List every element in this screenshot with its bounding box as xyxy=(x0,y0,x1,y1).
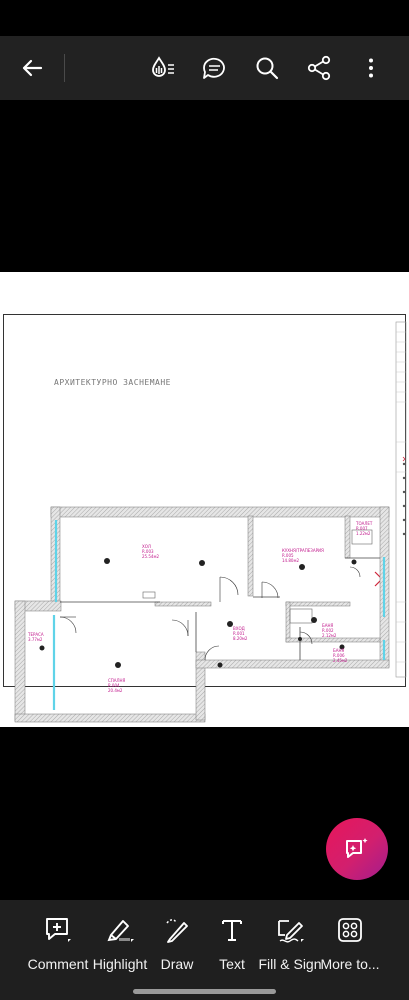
comments-list-icon xyxy=(203,57,225,79)
comments-list-button[interactable] xyxy=(196,50,232,86)
room-label-bath-2: БАНЯ R.006 2.45м2 xyxy=(333,648,347,663)
room-label-toilet: ТОАЛЕТ R.007 1.22м2 xyxy=(356,521,372,536)
more-tools-grid-icon xyxy=(338,918,362,942)
highlighter-icon xyxy=(107,920,134,942)
draw-tool-button[interactable]: Draw xyxy=(157,914,197,974)
document-viewer[interactable]: АРХИТЕКТУРНО ЗАСНЕМАНЕ ХОЛ R.003 25.54м2… xyxy=(0,100,409,900)
draw-label: Draw xyxy=(160,956,194,972)
comment-add-icon xyxy=(46,918,71,942)
room-area: 25.54м2 xyxy=(142,554,160,559)
more-tools-button[interactable]: More to... xyxy=(320,914,380,974)
room-area: 20.4м2 xyxy=(108,688,123,693)
room-area: 2.12м2 xyxy=(322,633,337,638)
room-area: 14.80м2 xyxy=(282,558,300,563)
floor-plan-drawing xyxy=(14,321,407,723)
liquid-mode-button[interactable] xyxy=(144,50,180,86)
room-area: 8.20м2 xyxy=(233,636,248,641)
highlight-tool-button[interactable]: Highlight xyxy=(92,914,148,974)
bottom-tools-bar: Comment Highlight Draw Text Fill & Sign … xyxy=(0,900,409,1000)
room-label-bath-1: БАНЯ R.002 2.12м2 xyxy=(322,623,336,638)
room-label-kitchen: КУХНЯ/ТРАПЕЗАРИЯ R.005 14.80м2 xyxy=(282,548,324,563)
fill-sign-tool-button[interactable]: Fill & Sign xyxy=(258,914,322,974)
highlight-label: Highlight xyxy=(92,956,148,972)
text-t-icon xyxy=(222,920,242,941)
share-icon xyxy=(307,55,331,81)
arrow-left-icon xyxy=(22,59,43,77)
status-bar xyxy=(0,0,409,36)
more-vertical-icon xyxy=(369,58,373,78)
pencil-draw-icon xyxy=(166,919,188,943)
ai-assistant-chat-icon xyxy=(346,838,368,858)
pdf-page[interactable]: АРХИТЕКТУРНО ЗАСНЕМАНЕ ХОЛ R.003 25.54м2… xyxy=(0,272,409,727)
comment-label: Comment xyxy=(27,956,89,972)
back-button[interactable] xyxy=(14,50,50,86)
room-label-bedroom: СПАЛНЯ R.004 20.4м2 xyxy=(108,678,125,693)
room-label-entrance: ВХОД R.001 8.20м2 xyxy=(233,626,247,641)
fill-sign-label: Fill & Sign xyxy=(258,956,322,972)
liquid-mode-icon xyxy=(152,56,174,77)
search-icon xyxy=(256,57,279,80)
room-area: 1.22м2 xyxy=(356,531,371,536)
toolbar-divider xyxy=(64,54,65,82)
text-label: Text xyxy=(219,956,245,972)
comment-tool-button[interactable]: Comment xyxy=(28,914,88,974)
plan-title: АРХИТЕКТУРНО ЗАСНЕМАНЕ xyxy=(54,378,171,387)
top-toolbar xyxy=(0,36,409,100)
share-button[interactable] xyxy=(301,50,337,86)
home-indicator[interactable] xyxy=(133,989,276,994)
search-button[interactable] xyxy=(249,50,285,86)
more-tools-label: More to... xyxy=(320,956,380,972)
more-options-button[interactable] xyxy=(353,50,389,86)
room-area: 3.77м2 xyxy=(28,637,43,642)
text-tool-button[interactable]: Text xyxy=(212,914,252,974)
room-label-terrace: ТЕРАСА 3.77м2 xyxy=(28,632,44,642)
room-area: 2.45м2 xyxy=(333,658,348,663)
ai-assistant-button[interactable] xyxy=(326,818,388,880)
fill-sign-icon xyxy=(278,920,304,943)
room-label-hol: ХОЛ R.003 25.54м2 xyxy=(142,544,159,559)
